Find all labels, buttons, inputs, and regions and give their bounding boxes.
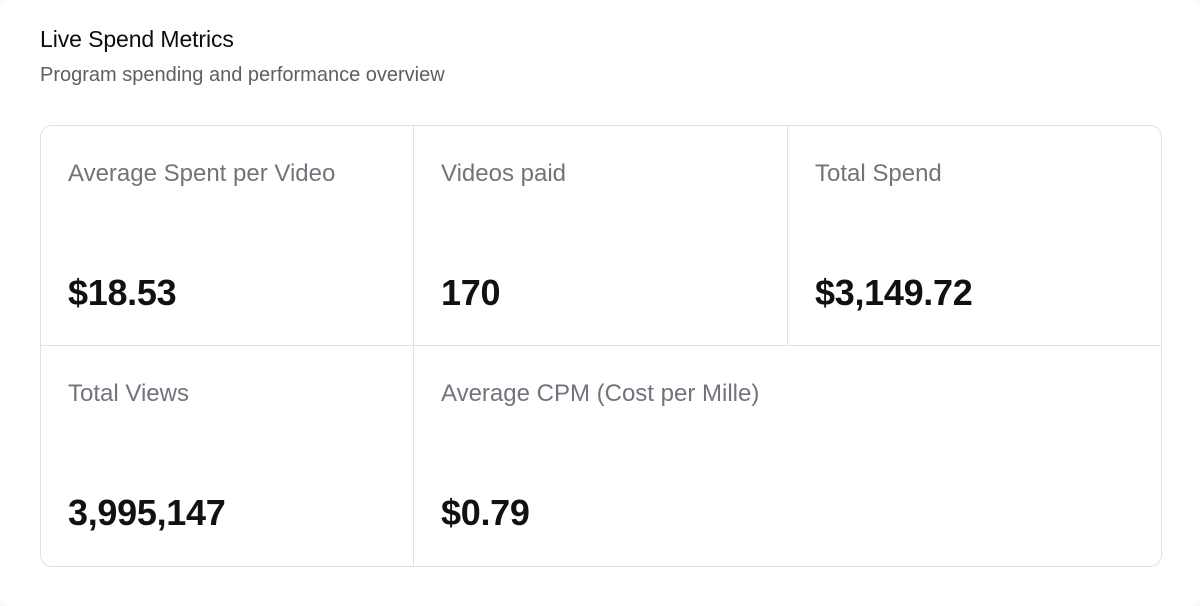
metric-label: Average Spent per Video bbox=[68, 160, 336, 187]
card-title: Live Spend Metrics bbox=[40, 26, 234, 52]
metric-value: $0.79 bbox=[441, 492, 530, 533]
metric-value: $3,149.72 bbox=[815, 272, 973, 313]
live-spend-metrics-card: Live Spend Metrics Program spending and … bbox=[0, 0, 1200, 606]
metrics-grid: Average Spent per Video $18.53 Videos pa… bbox=[40, 125, 1162, 567]
metric-average-cpm: Average CPM (Cost per Mille) $0.79 bbox=[414, 346, 1161, 566]
card-subtitle: Program spending and performance overvie… bbox=[40, 64, 445, 86]
metric-label: Total Spend bbox=[815, 160, 942, 187]
metric-value: 3,995,147 bbox=[68, 492, 226, 533]
metric-total-spend: Total Spend $3,149.72 bbox=[788, 126, 1161, 345]
metric-label: Total Views bbox=[68, 380, 189, 407]
metric-value: $18.53 bbox=[68, 272, 177, 313]
metric-label: Average CPM (Cost per Mille) bbox=[441, 380, 760, 407]
metric-videos-paid: Videos paid 170 bbox=[414, 126, 787, 345]
metric-total-views: Total Views 3,995,147 bbox=[41, 346, 413, 566]
metric-average-spent-per-video: Average Spent per Video $18.53 bbox=[41, 126, 413, 345]
metric-value: 170 bbox=[441, 272, 501, 313]
metric-label: Videos paid bbox=[441, 160, 566, 187]
